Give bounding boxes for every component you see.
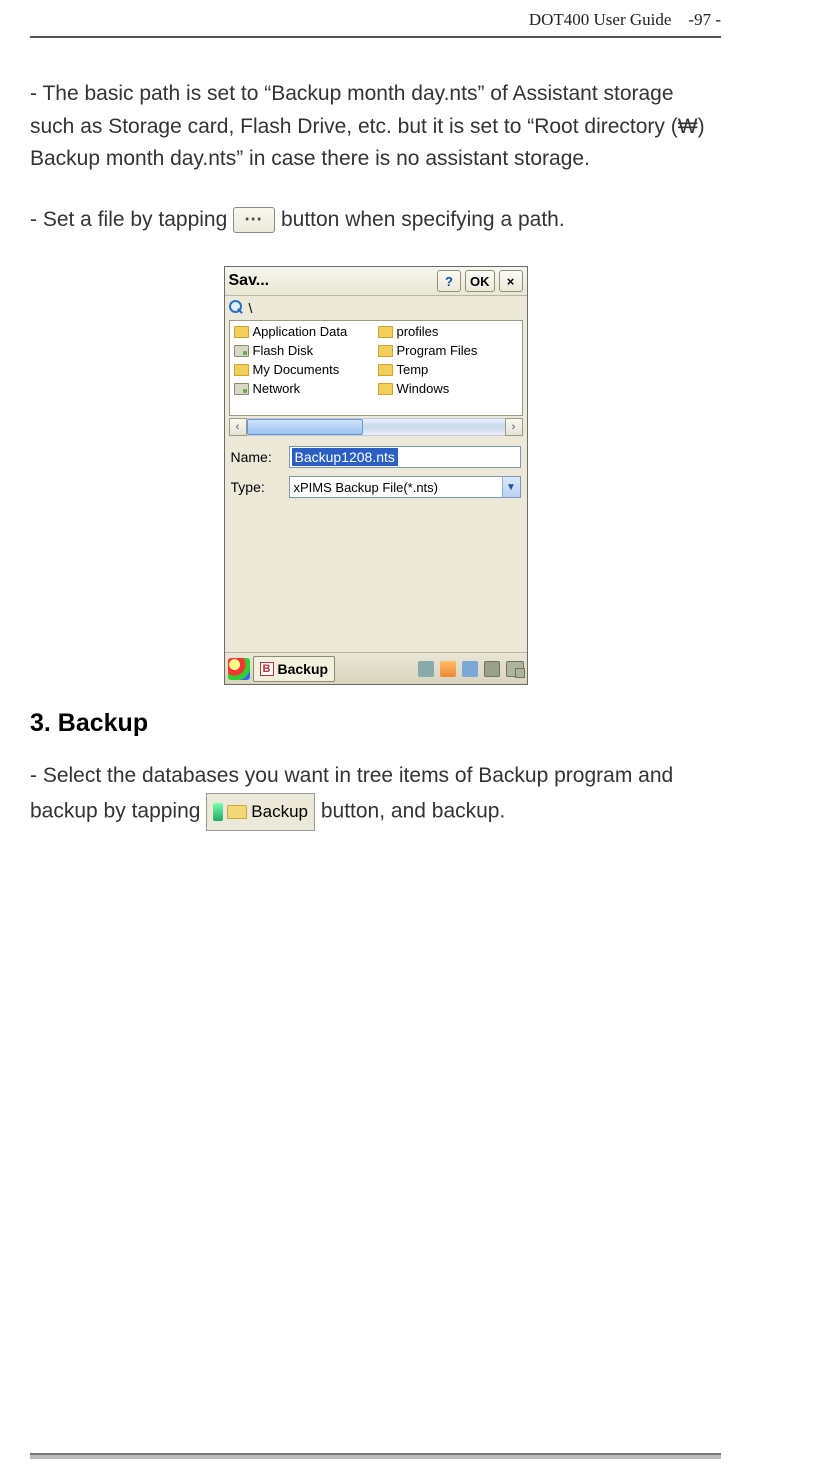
taskbar-app-label: Backup	[278, 661, 329, 677]
ellipsis-button[interactable]: ⋯	[233, 207, 275, 233]
paragraph-3-post: button, and backup.	[321, 799, 505, 822]
horizontal-scrollbar[interactable]: ‹ ›	[229, 418, 523, 436]
dialog-titlebar: Sav... ? OK ×	[225, 267, 527, 296]
ok-button[interactable]: OK	[465, 270, 495, 292]
footer-rule	[30, 1453, 721, 1459]
section-heading-backup: 3. Backup	[30, 709, 721, 738]
paragraph-2: - Set a file by tapping ⋯ button when sp…	[30, 204, 721, 237]
folder-icon	[234, 326, 249, 338]
dialog-title: Sav...	[229, 272, 274, 290]
current-path: \	[249, 300, 253, 316]
page-header: DOT400 User Guide -97 -	[30, 10, 721, 36]
tray-windows-icon[interactable]	[506, 661, 524, 677]
folder-icon	[378, 364, 393, 376]
help-icon: ?	[445, 274, 453, 289]
filename-value: Backup1208.nts	[292, 448, 398, 466]
scroll-track[interactable]	[247, 418, 505, 436]
folder-icon	[378, 326, 393, 338]
folder-icon	[378, 345, 393, 357]
paragraph-3: - Select the databases you want in tree …	[30, 760, 721, 831]
start-button[interactable]	[228, 658, 250, 680]
tray-keyboard-icon[interactable]	[484, 661, 500, 677]
scroll-right-button[interactable]: ›	[505, 418, 523, 436]
filetype-value: xPIMS Backup File(*.nts)	[290, 480, 502, 495]
chevron-down-icon[interactable]: ▼	[502, 477, 520, 497]
header-rule	[30, 36, 721, 38]
save-dialog: Sav... ? OK × \ Application Data Flash D…	[224, 266, 528, 685]
filename-input[interactable]: Backup1208.nts	[289, 446, 521, 468]
type-label: Type:	[231, 479, 281, 495]
paragraph-2-pre: - Set a file by tapping	[30, 208, 233, 231]
taskbar-app-button[interactable]: B Backup	[253, 656, 336, 682]
tray-icons	[418, 661, 524, 677]
list-item[interactable]: Network	[232, 380, 376, 397]
device-icon	[213, 803, 223, 821]
list-item[interactable]: Application Data	[232, 323, 376, 340]
filetype-combo[interactable]: xPIMS Backup File(*.nts) ▼	[289, 476, 521, 498]
tray-icon[interactable]	[418, 661, 434, 677]
paragraph-2-post: button when specifying a path.	[281, 208, 565, 231]
folder-icon	[227, 805, 247, 819]
dialog-spacer	[225, 502, 527, 652]
tray-volume-icon[interactable]	[440, 661, 456, 677]
drive-icon	[234, 383, 249, 395]
path-bar: \	[225, 296, 527, 318]
app-badge-icon: B	[260, 662, 274, 676]
backup-button-label: Backup	[251, 799, 308, 825]
scroll-left-button[interactable]: ‹	[229, 418, 247, 436]
search-icon	[229, 300, 245, 316]
taskbar: B Backup	[225, 652, 527, 684]
list-item[interactable]: My Documents	[232, 361, 376, 378]
scroll-thumb[interactable]	[247, 419, 363, 435]
name-label: Name:	[231, 449, 281, 465]
folder-icon	[378, 383, 393, 395]
backup-button[interactable]: Backup	[206, 793, 315, 831]
help-button[interactable]: ?	[437, 270, 461, 292]
list-item[interactable]: Temp	[376, 361, 520, 378]
list-item[interactable]: Flash Disk	[232, 342, 376, 359]
list-item[interactable]: Program Files	[376, 342, 520, 359]
close-button[interactable]: ×	[499, 270, 523, 292]
paragraph-1: - The basic path is set to “Backup month…	[30, 78, 721, 176]
doc-title: DOT400 User Guide	[529, 10, 672, 29]
folder-icon	[234, 364, 249, 376]
file-list[interactable]: Application Data Flash Disk My Documents…	[229, 320, 523, 416]
tray-icon[interactable]	[462, 661, 478, 677]
list-item[interactable]: profiles	[376, 323, 520, 340]
drive-icon	[234, 345, 249, 357]
page-number: -97 -	[688, 10, 721, 29]
list-item[interactable]: Windows	[376, 380, 520, 397]
